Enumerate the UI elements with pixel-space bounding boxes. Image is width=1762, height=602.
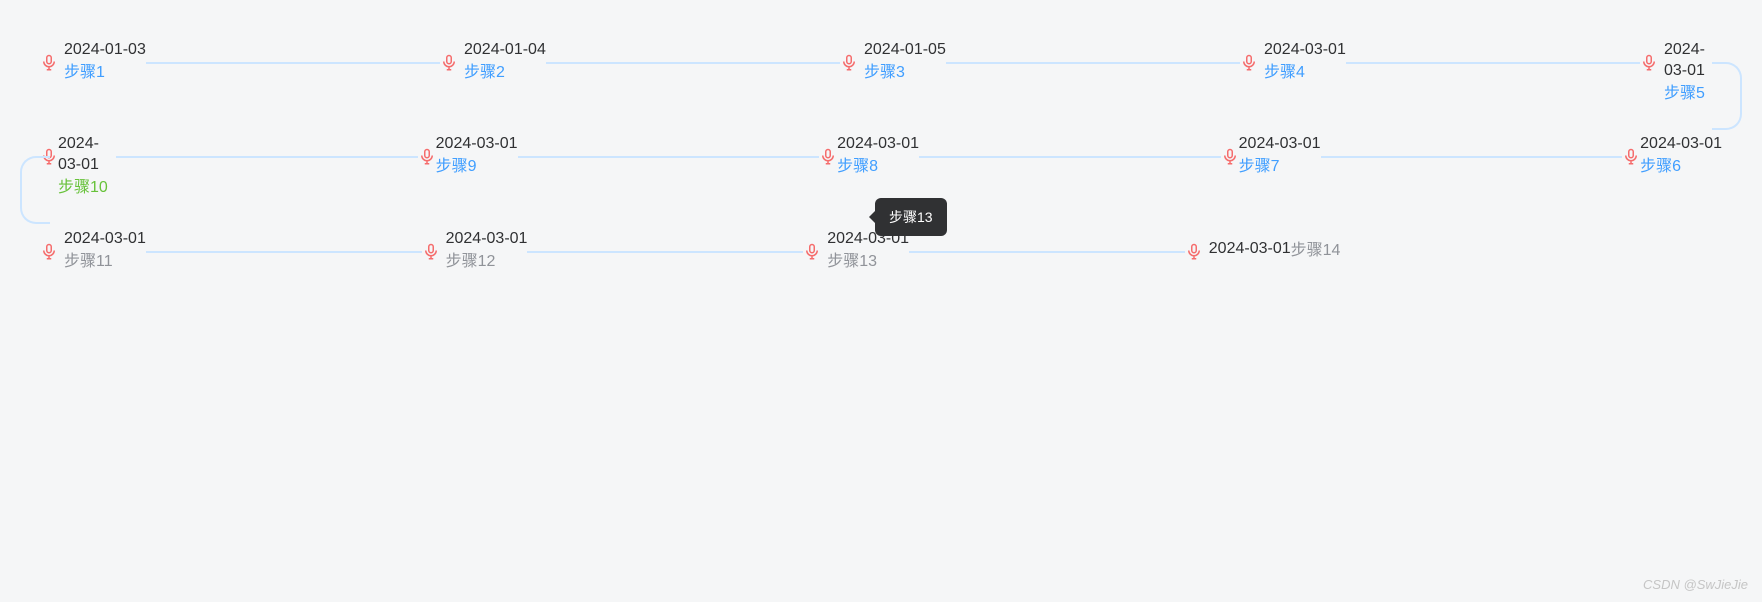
- timeline-connector: [116, 156, 418, 158]
- snake-connector: [20, 156, 50, 224]
- timeline-item[interactable]: 2024-03-01 步骤4: [1240, 40, 1640, 84]
- snake-connector: [1712, 62, 1742, 130]
- timeline-step: 步骤14: [1291, 241, 1341, 262]
- microphone-icon: [840, 52, 858, 74]
- timeline-step: 步骤3: [864, 63, 946, 84]
- timeline-date: 2024-03-01: [837, 134, 919, 155]
- microphone-icon: [40, 52, 58, 74]
- timeline-date: 2024-03-01: [1239, 134, 1321, 155]
- timeline-step: 步骤4: [1264, 63, 1346, 84]
- microphone-icon: [418, 146, 436, 168]
- timeline-connector: [146, 62, 440, 64]
- timeline-item[interactable]: 2024-01-05 步骤3: [840, 40, 1240, 84]
- microphone-icon: [1221, 146, 1239, 168]
- timeline-item[interactable]: 2024-03-01 步骤8: [518, 134, 920, 178]
- timeline-item-text: 2024-03-01 步骤12: [446, 229, 528, 273]
- timeline-item-text: 2024-03-01 步骤14: [1209, 239, 1341, 262]
- timeline-item[interactable]: 2024-03-01 步骤10: [40, 134, 116, 198]
- timeline-connector: [146, 251, 422, 253]
- microphone-icon: [1640, 52, 1658, 74]
- timeline-step: 步骤12: [446, 252, 528, 273]
- microphone-icon: [803, 241, 821, 263]
- timeline-item-text: 2024-03-01 步骤10: [58, 134, 116, 198]
- timeline-item-text: 2024-03-01 步骤6: [1640, 134, 1722, 178]
- timeline-connector: [946, 62, 1240, 64]
- microphone-icon: [1185, 241, 1203, 263]
- timeline-item[interactable]: 2024-03-01 步骤13: [803, 229, 1185, 273]
- timeline-connector: [1346, 62, 1640, 64]
- microphone-icon: [819, 146, 837, 168]
- timeline-connector: [919, 156, 1221, 158]
- timeline-step: 步骤2: [464, 63, 546, 84]
- timeline-step: 步骤10: [58, 178, 116, 199]
- microphone-icon: [1240, 52, 1258, 74]
- timeline-connector: [1321, 156, 1623, 158]
- timeline-item[interactable]: 2024-03-01 步骤7: [919, 134, 1321, 178]
- timeline-item[interactable]: 2024-03-01 步骤14: [1185, 229, 1341, 263]
- timeline-item[interactable]: 2024-03-01 步骤6: [1321, 134, 1723, 178]
- timeline-step: 步骤8: [837, 157, 919, 178]
- watermark: CSDN @SwJieJie: [1643, 577, 1748, 592]
- timeline-item-text: 2024-01-04 步骤2: [464, 40, 546, 84]
- timeline-item-text: 2024-03-01 步骤11: [64, 229, 146, 273]
- timeline-step: 步骤11: [64, 252, 146, 273]
- timeline-date: 2024-03-01: [64, 229, 146, 250]
- timeline-item[interactable]: 2024-03-01 步骤12: [422, 229, 804, 273]
- timeline-item-text: 2024-01-03 步骤1: [64, 40, 146, 84]
- microphone-icon: [1622, 146, 1640, 168]
- timeline-item-text: 2024-03-01 步骤7: [1239, 134, 1321, 178]
- tooltip-text: 步骤13: [889, 209, 933, 225]
- timeline-date: 2024-03-01: [436, 134, 518, 155]
- timeline-item-text: 2024-01-05 步骤3: [864, 40, 946, 84]
- microphone-icon: [40, 241, 58, 263]
- timeline-item-text: 2024-03-01 步骤9: [436, 134, 518, 178]
- timeline-date: 2024-03-01: [58, 134, 116, 176]
- timeline-item[interactable]: 2024-01-04 步骤2: [440, 40, 840, 84]
- timeline-connector: [518, 156, 820, 158]
- timeline-step: 步骤1: [64, 63, 146, 84]
- timeline-step: 步骤7: [1239, 157, 1321, 178]
- timeline-connector: [909, 251, 1185, 253]
- timeline-item[interactable]: 2024-03-01 步骤9: [116, 134, 518, 178]
- timeline-date: 2024-01-03: [64, 40, 146, 61]
- timeline-connector: [527, 251, 803, 253]
- timeline-date: 2024-03-01: [1209, 239, 1291, 262]
- timeline-date: 2024-03-01: [446, 229, 528, 250]
- timeline-row-2: 2024-03-01 步骤6 2024-03-01 步骤7 2024-03-01…: [40, 134, 1722, 198]
- timeline-row-1: 2024-01-03 步骤1 2024-01-04 步骤2 2024-01-05…: [40, 40, 1722, 104]
- timeline-date: 2024-03-01: [1264, 40, 1346, 61]
- timeline-item[interactable]: 2024-03-01 步骤5: [1640, 40, 1722, 104]
- timeline-item-text: 2024-03-01 步骤8: [837, 134, 919, 178]
- microphone-icon: [440, 52, 458, 74]
- tooltip: 步骤13: [875, 198, 947, 236]
- microphone-icon: [422, 241, 440, 263]
- timeline-connector: [546, 62, 840, 64]
- timeline-step: 步骤6: [1640, 157, 1722, 178]
- timeline-item[interactable]: 2024-03-01 步骤11: [40, 229, 422, 273]
- timeline-step: 步骤9: [436, 157, 518, 178]
- timeline-date: 2024-03-01: [1640, 134, 1722, 155]
- timeline-step: 步骤13: [827, 252, 909, 273]
- timeline-item[interactable]: 2024-01-03 步骤1: [40, 40, 440, 84]
- timeline-item-text: 2024-03-01 步骤4: [1264, 40, 1346, 84]
- timeline-date: 2024-01-04: [464, 40, 546, 61]
- timeline-date: 2024-01-05: [864, 40, 946, 61]
